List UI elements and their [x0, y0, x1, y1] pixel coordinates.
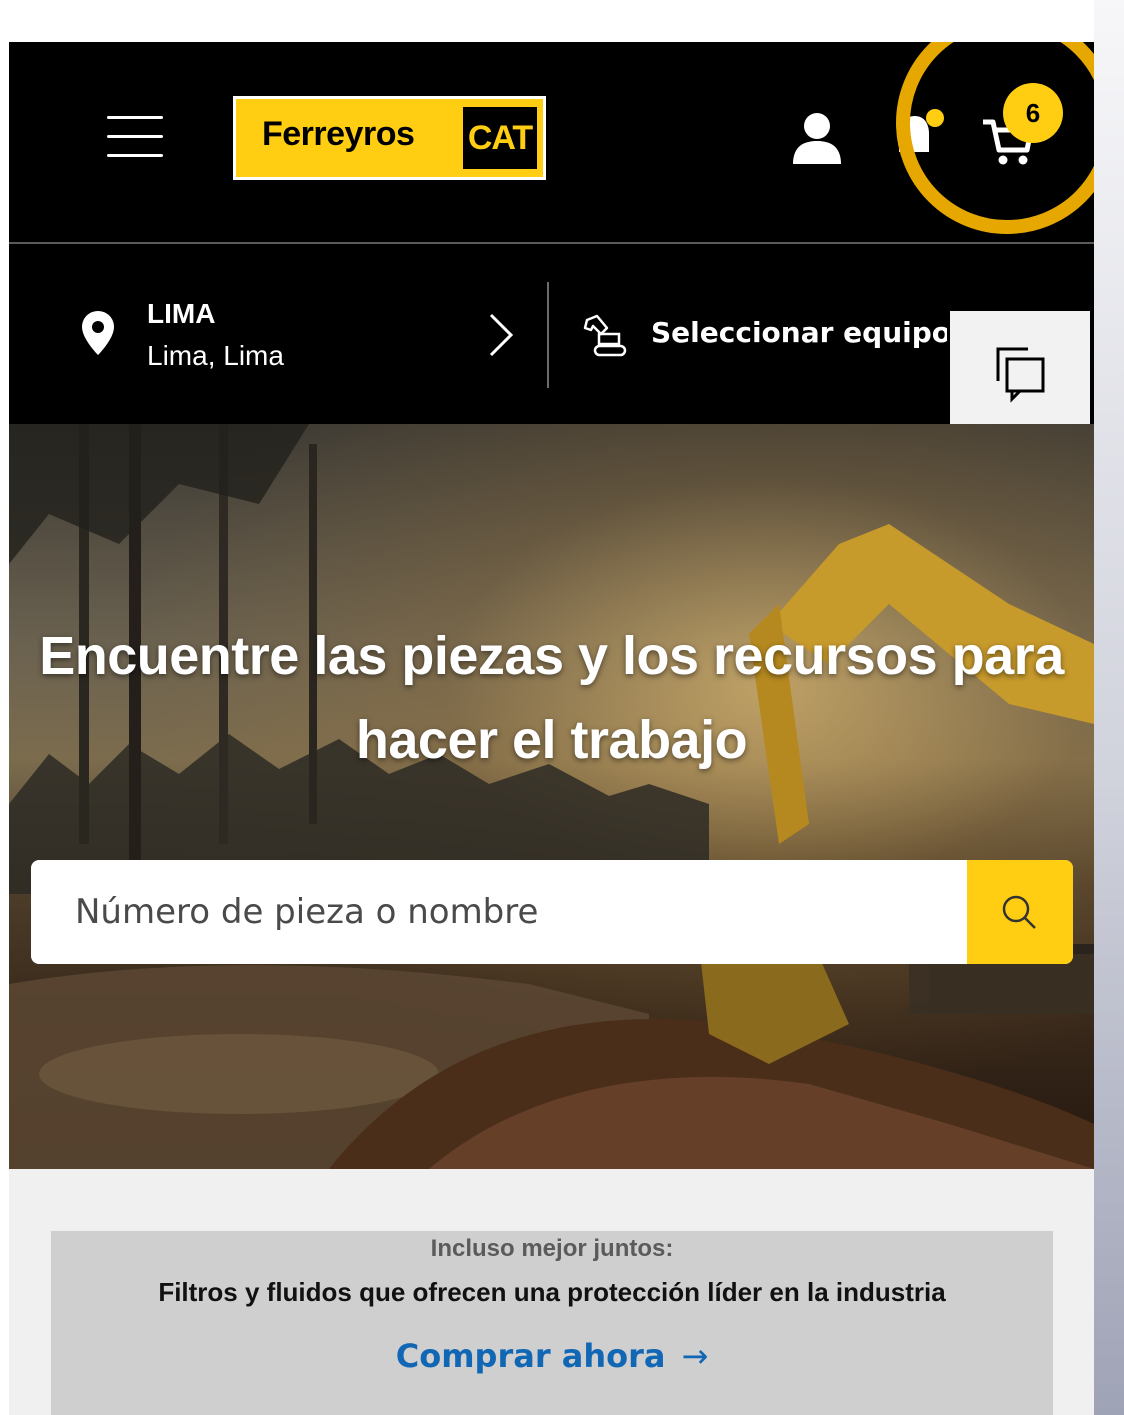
search-input[interactable]	[31, 860, 967, 964]
phone-screen: Ferreyros CAT 6 LIMA Lima, Lima Seleccio…	[9, 42, 1094, 1415]
location-subtitle: Lima, Lima	[147, 340, 284, 371]
user-icon[interactable]	[792, 112, 842, 164]
location-pin-icon	[82, 311, 114, 355]
location-title: LIMA	[147, 298, 216, 329]
shop-now-label: Comprar ahora	[395, 1337, 666, 1375]
hero-banner: Encuentre las piezas y los recursos para…	[9, 424, 1094, 1169]
top-nav-bar: Ferreyros CAT 6	[9, 42, 1094, 244]
arrow-right-icon: →	[681, 1337, 709, 1375]
search-icon	[1002, 895, 1036, 929]
promo-section: Incluso mejor juntos: Filtros y fluidos …	[9, 1169, 1094, 1415]
outer-top-margin	[0, 0, 1124, 42]
hero-title: Encuentre las piezas y los recursos para…	[39, 626, 1064, 770]
search-box	[31, 860, 1073, 964]
bell-icon[interactable]	[887, 106, 945, 164]
hero-background-image	[9, 424, 1094, 1169]
promo-headline: Filtros y fluidos que ofrecen una protec…	[158, 1277, 946, 1307]
search-button[interactable]	[967, 860, 1073, 964]
brand-name: Ferreyros	[262, 115, 415, 153]
promo-kicker: Incluso mejor juntos:	[430, 1235, 674, 1262]
menu-icon[interactable]	[107, 114, 163, 160]
compare-button[interactable]	[947, 308, 1093, 438]
promo-banner: Incluso mejor juntos: Filtros y fluidos …	[51, 1231, 1053, 1415]
brand-badge: CAT	[463, 107, 537, 169]
select-equipment-button[interactable]: Seleccionar equipo	[651, 316, 951, 349]
outer-left-margin	[0, 0, 9, 1415]
location-divider	[547, 282, 549, 388]
excavator-icon	[583, 314, 627, 357]
outer-right-margin	[1094, 0, 1124, 1415]
compare-icon	[996, 347, 1045, 403]
cart-count-badge: 6	[1003, 83, 1063, 143]
location-row[interactable]: LIMA Lima, Lima Seleccionar equipo	[9, 244, 1094, 424]
chevron-right-icon[interactable]	[487, 312, 515, 358]
shop-now-link[interactable]: Comprar ahora →	[51, 1337, 1053, 1375]
brand-logo[interactable]: Ferreyros CAT	[233, 96, 546, 180]
